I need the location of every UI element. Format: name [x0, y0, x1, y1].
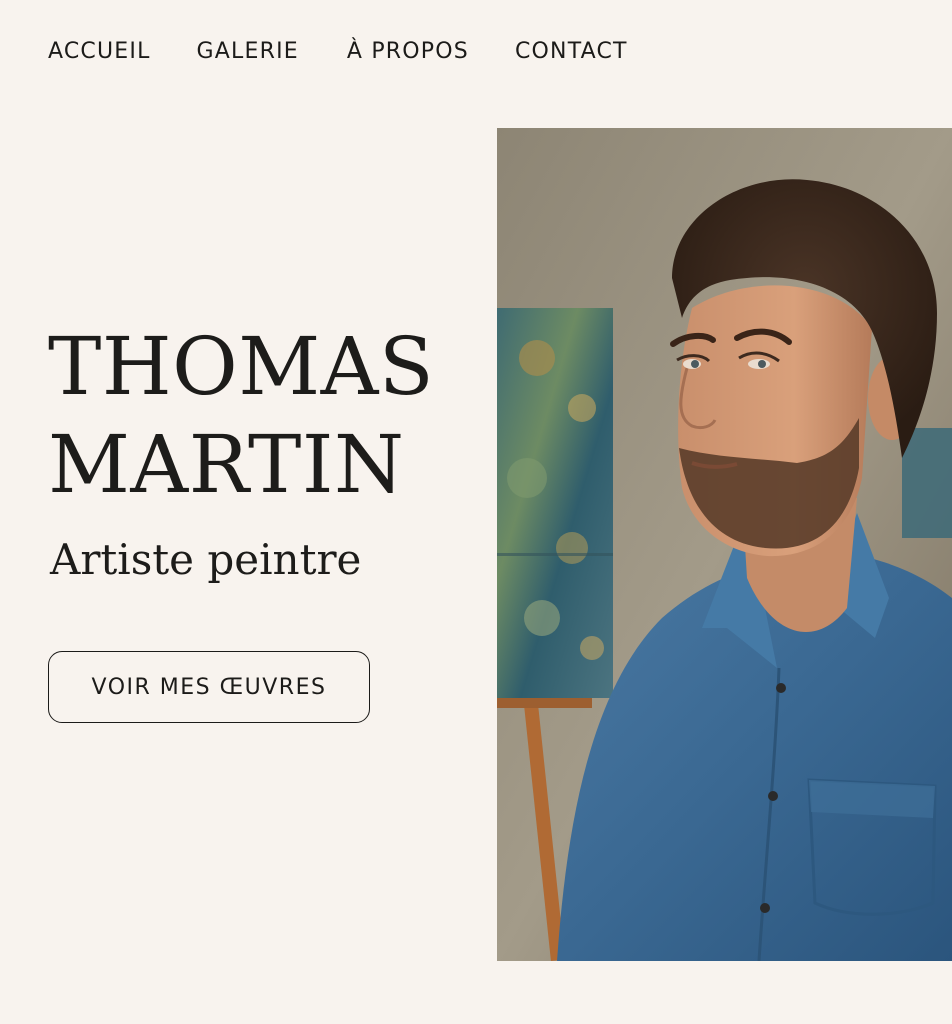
main-nav: ACCUEIL GALERIE À PROPOS CONTACT — [48, 36, 628, 68]
nav-link-a-propos[interactable]: À PROPOS — [347, 36, 469, 68]
nav-link-accueil[interactable]: ACCUEIL — [48, 36, 151, 68]
painting-canvas — [497, 308, 613, 698]
view-works-button[interactable]: VOIR MES ŒUVRES — [48, 651, 370, 723]
artist-subtitle: Artiste peintre — [50, 535, 362, 584]
nav-link-contact[interactable]: CONTACT — [515, 36, 628, 68]
nav-link-galerie[interactable]: GALERIE — [197, 36, 299, 68]
artist-last-name: MARTIN — [48, 418, 405, 511]
artist-portrait — [497, 128, 952, 961]
background-painting — [902, 428, 952, 538]
artist-first-name: THOMAS — [48, 320, 435, 413]
artist-name: THOMAS MARTIN — [48, 318, 488, 514]
